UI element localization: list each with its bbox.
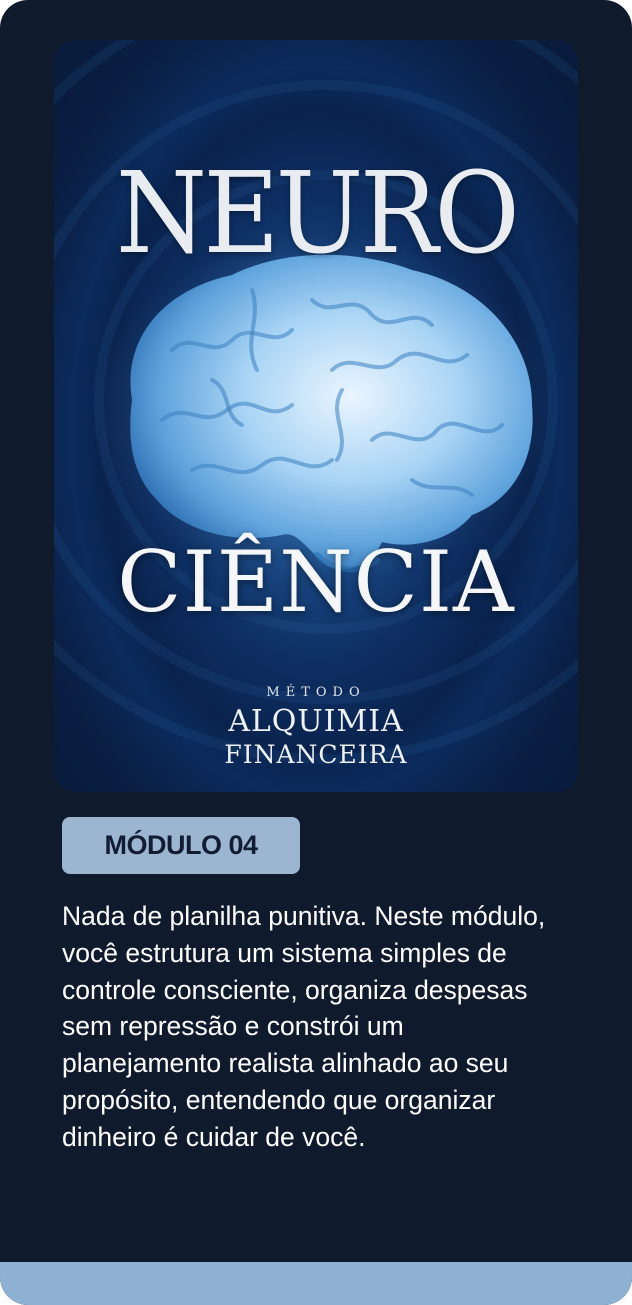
cover-brand-small: MÉTODO (266, 685, 366, 700)
cover-brand-subtitle: FINANCEIRA (224, 740, 408, 769)
cover-brand-name: ALQUIMIA (228, 704, 404, 739)
module-cover-image: NEURO CIÊNCIA MÉTODO ALQUIMIA FINANCEIRA (54, 40, 578, 792)
cover-title-bottom: CIÊNCIA (117, 533, 515, 631)
card-footer-bar (0, 1262, 632, 1305)
module-badge: MÓDULO 04 (62, 817, 300, 874)
module-description: Nada de planilha punitiva. Neste módulo,… (62, 901, 546, 1152)
module-card: NEURO CIÊNCIA MÉTODO ALQUIMIA FINANCEIRA… (0, 0, 632, 1305)
cover-title-top: NEURO (115, 149, 520, 279)
